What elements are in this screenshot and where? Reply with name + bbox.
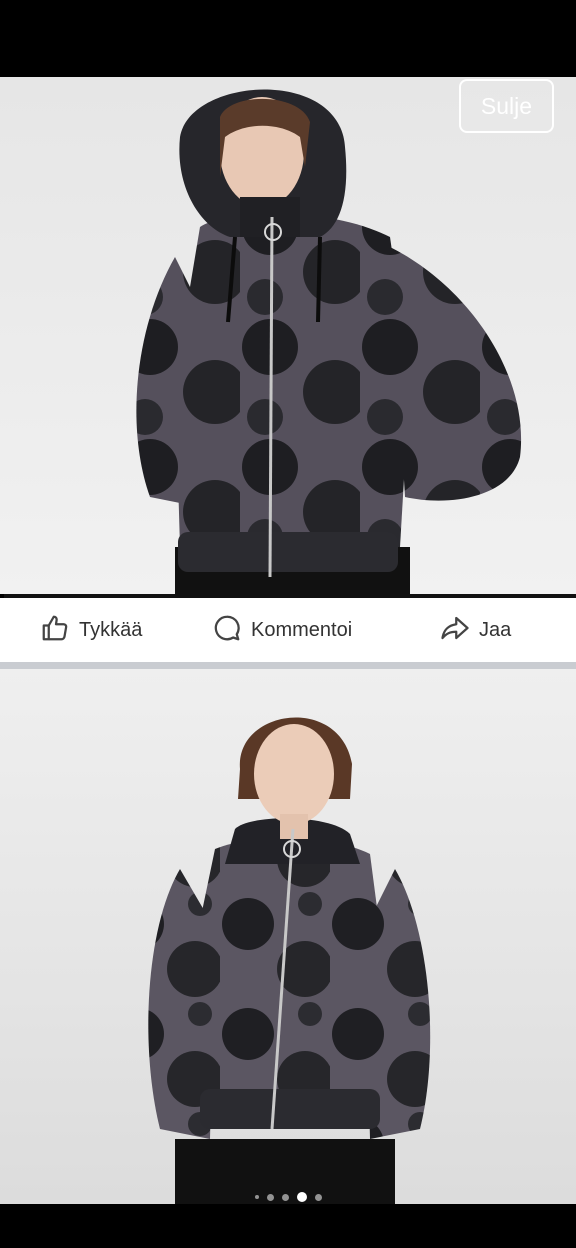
product-photo-front[interactable] (0, 669, 576, 1204)
thumbs-up-icon (40, 613, 70, 648)
close-button[interactable]: Sulje (459, 79, 554, 133)
carousel-dot[interactable] (314, 1193, 322, 1201)
carousel-dot[interactable] (266, 1193, 274, 1201)
comment-button[interactable]: Kommentoi (212, 598, 352, 662)
top-black-bar (0, 0, 576, 77)
carousel-dot[interactable] (254, 1195, 259, 1199)
carousel-dot[interactable] (281, 1193, 289, 1201)
carousel-indicator (0, 1191, 576, 1203)
product-photo-hooded[interactable] (0, 77, 576, 594)
share-label: Jaa (479, 618, 512, 641)
like-label: Tykkää (79, 618, 143, 641)
comment-label: Kommentoi (251, 618, 353, 641)
hooded-jacket-image (136, 89, 522, 594)
comment-bubble-icon (212, 613, 242, 648)
front-jacket-image (148, 717, 431, 1204)
section-separator (0, 662, 576, 669)
carousel-dot-active[interactable] (296, 1192, 307, 1202)
share-button[interactable]: Jaa (440, 598, 511, 662)
like-button[interactable]: Tykkää (40, 598, 142, 662)
share-arrow-icon (440, 613, 470, 648)
bottom-black-bar (0, 1204, 576, 1248)
post-action-bar: Tykkää Kommentoi Jaa (0, 598, 576, 662)
